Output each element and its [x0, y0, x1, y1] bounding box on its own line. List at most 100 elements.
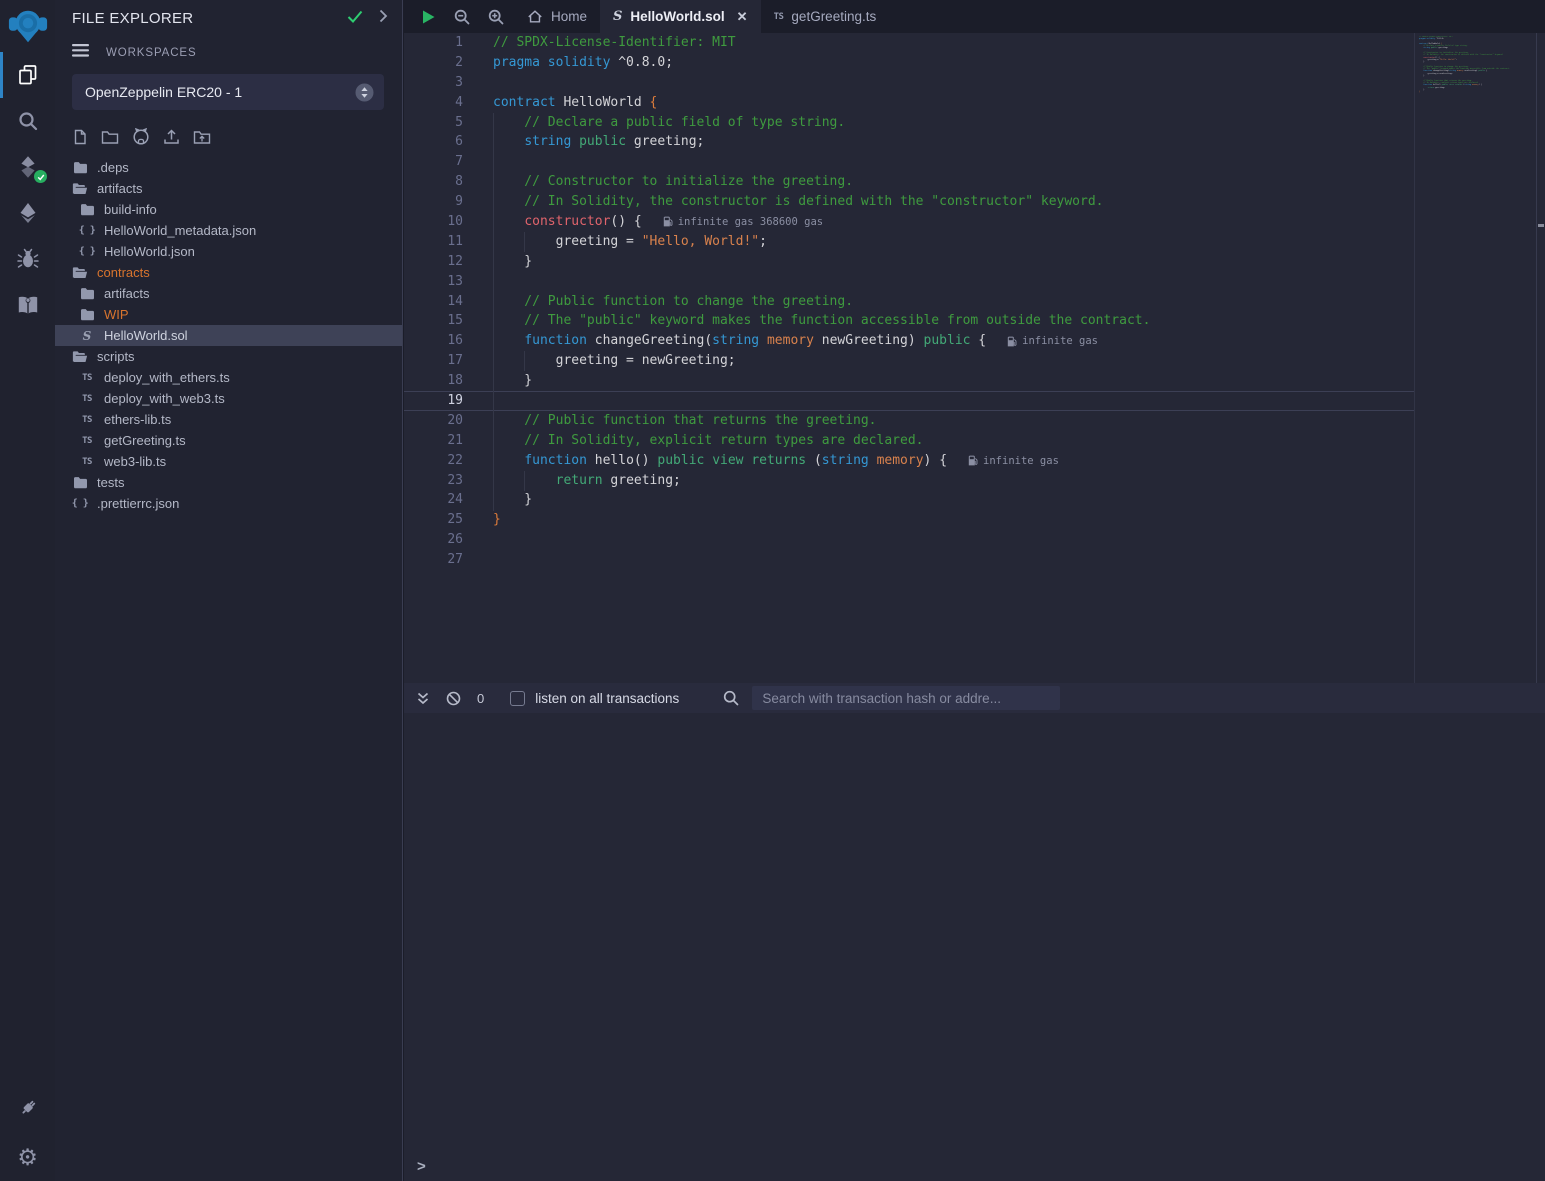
terminal-toggle-button[interactable]	[416, 692, 430, 705]
line-number[interactable]: 12	[404, 252, 463, 272]
code-editor[interactable]: 1// SPDX-License-Identifier: MIT2pragma …	[404, 33, 1545, 683]
code-line[interactable]: 13	[404, 272, 1414, 292]
code-line[interactable]: 11 greeting = "Hello, World!";	[404, 232, 1414, 252]
code-line[interactable]: 24 }	[404, 490, 1414, 510]
file-tree-item[interactable]: TSdeploy_with_ethers.ts	[55, 367, 402, 388]
code-line[interactable]: 6 string public greeting;	[404, 132, 1414, 152]
file-tree-item[interactable]: build-info	[55, 199, 402, 220]
code-line[interactable]: 20 // Public function that returns the g…	[404, 411, 1414, 431]
file-tree-item[interactable]: TSdeploy_with_web3.ts	[55, 388, 402, 409]
file-tree-item[interactable]: artifacts	[55, 178, 402, 199]
tab-getgreeting-ts[interactable]: TS getGreeting.ts	[761, 0, 890, 33]
code-line[interactable]: 12 }	[404, 252, 1414, 272]
workspace-select[interactable]: OpenZeppelin ERC20 - 1	[72, 74, 384, 110]
code-line[interactable]: 17 greeting = newGreeting;	[404, 351, 1414, 371]
line-number[interactable]: 16	[404, 331, 463, 351]
workspaces-menu-button[interactable]	[72, 44, 91, 62]
file-tree-item[interactable]: TSethers-lib.ts	[55, 409, 402, 430]
sidebar-item-plugin-manager[interactable]	[0, 1085, 55, 1131]
code-line[interactable]: 5 // Declare a public field of type stri…	[404, 113, 1414, 133]
sidebar-item-file-explorer[interactable]	[0, 52, 55, 98]
new-folder-button[interactable]	[101, 129, 119, 145]
line-number[interactable]: 1	[404, 33, 463, 53]
file-tree-item[interactable]: .deps	[55, 157, 402, 178]
code-line[interactable]: 16 function changeGreeting(string memory…	[404, 331, 1414, 351]
file-tree-item[interactable]: scripts	[55, 346, 402, 367]
clone-github-button[interactable]	[132, 128, 150, 145]
code-line[interactable]: 7	[404, 152, 1414, 172]
line-number[interactable]: 6	[404, 132, 463, 152]
remix-home-button[interactable]	[0, 0, 55, 52]
code-line[interactable]: 4contract HelloWorld {	[404, 93, 1414, 113]
zoom-in-button[interactable]	[488, 9, 504, 25]
code-line[interactable]: 10 constructor() {infinite gas 368600 ga…	[404, 212, 1414, 232]
collapse-panel-button[interactable]	[379, 9, 388, 28]
line-number[interactable]: 27	[404, 550, 463, 570]
line-number[interactable]: 24	[404, 490, 463, 510]
upload-file-button[interactable]	[163, 129, 180, 145]
line-number[interactable]: 15	[404, 311, 463, 331]
file-tree-item[interactable]: { }HelloWorld.json	[55, 241, 402, 262]
line-number[interactable]: 3	[404, 73, 463, 93]
code-line[interactable]: 25}	[404, 510, 1414, 530]
file-tree-item[interactable]: WIP	[55, 304, 402, 325]
code-line[interactable]: 21 // In Solidity, explicit return types…	[404, 431, 1414, 451]
file-tree-item[interactable]: SHelloWorld.sol	[55, 325, 402, 346]
code-line[interactable]: 26	[404, 530, 1414, 550]
minimap[interactable]: // SPDX-License-Identifier: MITpragma so…	[1419, 36, 1533, 98]
line-number[interactable]: 13	[404, 272, 463, 292]
line-number[interactable]: 23	[404, 471, 463, 491]
run-script-button[interactable]	[421, 9, 436, 25]
file-tree-item[interactable]: contracts	[55, 262, 402, 283]
line-number[interactable]: 8	[404, 172, 463, 192]
line-number[interactable]: 11	[404, 232, 463, 252]
line-number[interactable]: 7	[404, 152, 463, 172]
sidebar-item-debugger[interactable]	[0, 236, 55, 282]
file-tree-item[interactable]: { }HelloWorld_metadata.json	[55, 220, 402, 241]
line-number[interactable]: 19	[404, 391, 463, 411]
sidebar-item-settings[interactable]: ⚙	[0, 1135, 55, 1181]
line-number[interactable]: 25	[404, 510, 463, 530]
line-number[interactable]: 17	[404, 351, 463, 371]
file-tree-item[interactable]: tests	[55, 472, 402, 493]
file-tree-item[interactable]: TSgetGreeting.ts	[55, 430, 402, 451]
code-line[interactable]: 9 // In Solidity, the constructor is def…	[404, 192, 1414, 212]
code-line[interactable]: 18 }	[404, 371, 1414, 391]
terminal-clear-button[interactable]	[446, 691, 461, 706]
sidebar-item-search[interactable]	[0, 98, 55, 144]
tab-helloworld-sol[interactable]: S HelloWorld.sol ✕	[600, 0, 761, 33]
code-line[interactable]: 19	[404, 391, 1414, 411]
listen-transactions-checkbox[interactable]	[510, 691, 525, 706]
line-number[interactable]: 10	[404, 212, 463, 232]
upload-folder-button[interactable]	[193, 129, 211, 145]
code-line[interactable]: 22 function hello() public view returns …	[404, 451, 1414, 471]
line-number[interactable]: 14	[404, 292, 463, 312]
line-number[interactable]: 4	[404, 93, 463, 113]
code-line[interactable]: 3	[404, 73, 1414, 93]
tab-home[interactable]: Home	[514, 0, 600, 33]
line-number[interactable]: 26	[404, 530, 463, 550]
sidebar-item-solidity-compiler[interactable]	[0, 144, 55, 190]
sidebar-item-deploy-run[interactable]	[0, 190, 55, 236]
code-line[interactable]: 14 // Public function to change the gree…	[404, 292, 1414, 312]
file-tree-item[interactable]: { }.prettierrc.json	[55, 493, 402, 514]
code-line[interactable]: 15 // The "public" keyword makes the fun…	[404, 311, 1414, 331]
overview-ruler[interactable]	[1536, 33, 1545, 683]
sidebar-item-tutorials[interactable]	[0, 282, 55, 328]
code-line[interactable]: 8 // Constructor to initialize the greet…	[404, 172, 1414, 192]
line-number[interactable]: 5	[404, 113, 463, 133]
line-number[interactable]: 9	[404, 192, 463, 212]
line-number[interactable]: 20	[404, 411, 463, 431]
file-tree-item[interactable]: artifacts	[55, 283, 402, 304]
new-file-button[interactable]	[72, 129, 88, 145]
line-number[interactable]: 21	[404, 431, 463, 451]
line-number[interactable]: 22	[404, 451, 463, 471]
code-line[interactable]: 2pragma solidity ^0.8.0;	[404, 53, 1414, 73]
code-line[interactable]: 27	[404, 550, 1414, 570]
code-line[interactable]: 23 return greeting;	[404, 471, 1414, 491]
code-line[interactable]: 1// SPDX-License-Identifier: MIT	[404, 33, 1414, 53]
close-tab-icon[interactable]: ✕	[737, 10, 748, 23]
file-tree-item[interactable]: TSweb3-lib.ts	[55, 451, 402, 472]
zoom-out-button[interactable]	[454, 9, 470, 25]
terminal-search-input[interactable]	[752, 686, 1060, 710]
